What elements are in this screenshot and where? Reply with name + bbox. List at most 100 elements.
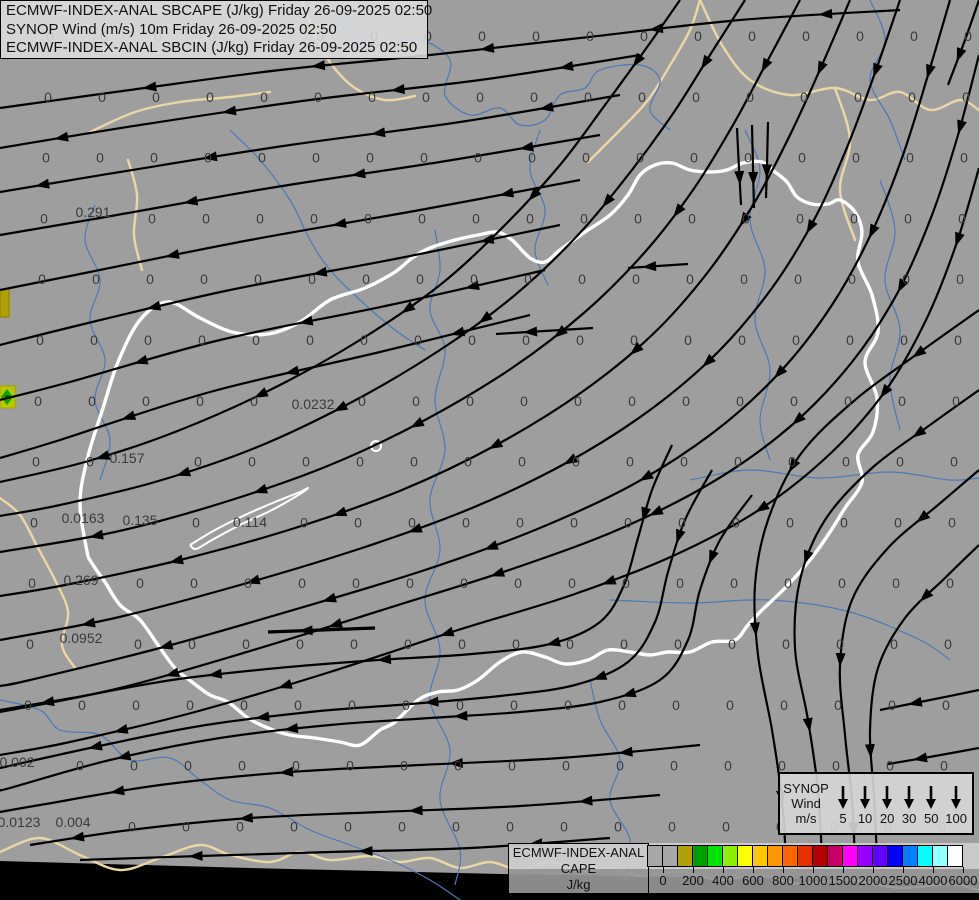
- sbcin-value-label: 0.269: [63, 572, 98, 588]
- grid-zero-label: 0: [256, 210, 264, 226]
- grid-zero-label: 0: [92, 271, 100, 287]
- synop-wind-legend: SYNOP Wind m/s 510203050100: [778, 772, 974, 835]
- grid-zero-label: 0: [300, 514, 308, 530]
- cape-color-cell: [797, 845, 813, 867]
- grid-zero-label: 0: [524, 271, 532, 287]
- grid-zero-label: 0: [476, 89, 484, 105]
- grid-zero-label: 0: [634, 210, 642, 226]
- grid-zero-label: 0: [196, 393, 204, 409]
- cape-legend-title: ECMWF-INDEX-ANAL CAPE J/kg: [508, 843, 649, 895]
- grid-zero-label: 0: [90, 332, 98, 348]
- grid-zero-label: 0: [690, 150, 698, 166]
- cape-tick-label: 6000: [941, 873, 979, 888]
- grid-zero-label: 0: [258, 150, 266, 166]
- grid-zero-label: 0: [260, 89, 268, 105]
- grid-zero-label: 0: [202, 210, 210, 226]
- grid-zero-label: 0: [780, 697, 788, 713]
- wind-speed-item: 100: [945, 784, 967, 826]
- wind-legend-line2: Wind: [791, 796, 821, 811]
- grid-zero-label: 0: [694, 28, 702, 44]
- cape-color-cell: [767, 845, 783, 867]
- grid-zero-label: 0: [344, 818, 352, 834]
- grid-zero-label: 0: [514, 575, 522, 591]
- grid-zero-label: 0: [910, 28, 918, 44]
- grid-zero-label: 0: [578, 271, 586, 287]
- grid-zero-label: 0: [88, 393, 96, 409]
- grid-zero-label: 0: [950, 454, 958, 470]
- grid-zero-label: 0: [458, 636, 466, 652]
- down-arrow-icon: [948, 784, 964, 810]
- grid-zero-label: 0: [614, 818, 622, 834]
- grid-zero-label: 0: [620, 636, 628, 652]
- cape-color-cell: [902, 845, 918, 867]
- grid-zero-label: 0: [354, 514, 362, 530]
- grid-zero-label: 0: [298, 575, 306, 591]
- grid-zero-label: 0: [734, 454, 742, 470]
- grid-zero-label: 0: [904, 210, 912, 226]
- grid-zero-label: 0: [30, 514, 38, 530]
- grid-zero-label: 0: [944, 636, 952, 652]
- grid-zero-label: 0: [404, 636, 412, 652]
- grid-zero-label: 0: [682, 393, 690, 409]
- grid-zero-label: 0: [730, 575, 738, 591]
- grid-zero-label: 0: [844, 393, 852, 409]
- grid-zero-label: 0: [566, 636, 574, 652]
- grid-zero-label: 0: [296, 636, 304, 652]
- grid-zero-label: 0: [238, 758, 246, 774]
- grid-zero-label: 0: [586, 28, 594, 44]
- grid-zero-label: 0: [898, 393, 906, 409]
- grid-zero-label: 0: [460, 575, 468, 591]
- grid-zero-label: 0: [562, 758, 570, 774]
- grid-zero-label: 0: [840, 514, 848, 530]
- grid-zero-label: 0: [508, 758, 516, 774]
- wind-speed-scale: 510203050100: [832, 774, 972, 833]
- grid-zero-label: 0: [954, 332, 962, 348]
- grid-zero-label: 0: [560, 818, 568, 834]
- grid-zero-label: 0: [506, 818, 514, 834]
- grid-zero-label: 0: [732, 514, 740, 530]
- cape-legend-line3: J/kg: [509, 877, 648, 893]
- grid-zero-label: 0: [352, 575, 360, 591]
- down-arrow-icon: [901, 784, 917, 810]
- wind-speed-item: 10: [857, 784, 873, 826]
- grid-zero-label: 0: [204, 150, 212, 166]
- grid-zero-label: 0: [134, 636, 142, 652]
- cape-color-cell: [707, 845, 723, 867]
- grid-zero-label: 0: [184, 758, 192, 774]
- grid-zero-label: 0: [152, 89, 160, 105]
- grid-zero-label: 0: [630, 332, 638, 348]
- grid-zero-label: 0: [96, 150, 104, 166]
- grid-zero-label: 0: [670, 758, 678, 774]
- wind-speed-item: 5: [835, 784, 851, 826]
- grid-zero-label: 0: [688, 210, 696, 226]
- map-canvas: 0 0 0 0 0 0 0 0 0 0 0 0 0 0 0 0 0 0 0 0 0 0 0 0 0 0 0 0 0 0 0 0 0 0 0 0 0 0 0 0…: [0, 0, 979, 900]
- grid-zero-label: 0: [636, 150, 644, 166]
- grid-zero-label: 0: [574, 393, 582, 409]
- grid-zero-label: 0: [206, 89, 214, 105]
- grid-zero-label: 0: [838, 575, 846, 591]
- grid-zero-label: 0: [292, 758, 300, 774]
- wind-speed-label: 100: [945, 811, 967, 826]
- grid-zero-label: 0: [672, 697, 680, 713]
- grid-zero-label: 0: [350, 636, 358, 652]
- grid-zero-label: 0: [836, 636, 844, 652]
- grid-zero-label: 0: [852, 150, 860, 166]
- grid-zero-label: 0: [136, 575, 144, 591]
- grid-zero-label: 0: [520, 393, 528, 409]
- grid-zero-label: 0: [530, 89, 538, 105]
- grid-zero-label: 0: [628, 393, 636, 409]
- grid-zero-label: 0: [724, 758, 732, 774]
- grid-zero-label: 0: [570, 514, 578, 530]
- grid-zero-label: 0: [76, 758, 84, 774]
- grid-zero-label: 0: [742, 210, 750, 226]
- cape-color-cell: [887, 845, 903, 867]
- grid-zero-label: 0: [148, 210, 156, 226]
- grid-zero-label: 0: [738, 332, 746, 348]
- grid-zero-label: 0: [846, 332, 854, 348]
- grid-zero-label: 0: [200, 271, 208, 287]
- cape-colour-legend: ECMWF-INDEX-ANAL CAPE J/kg 0200400600800…: [508, 843, 979, 893]
- grid-zero-label: 0: [346, 758, 354, 774]
- grid-zero-label: 0: [26, 636, 34, 652]
- title-line-sbcin: ECMWF-INDEX-ANAL SBCIN (J/kg) Friday 26-…: [6, 39, 427, 58]
- grid-zero-label: 0: [638, 89, 646, 105]
